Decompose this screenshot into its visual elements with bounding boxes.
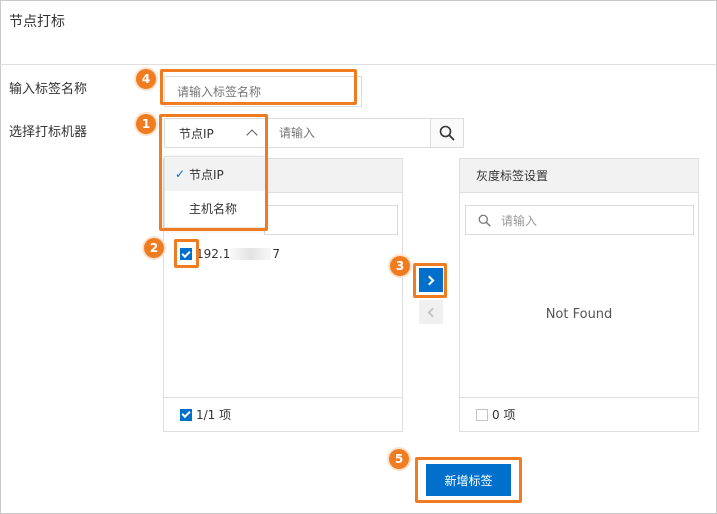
target-panel-search[interactable]: 请输入 [465, 205, 694, 235]
option-hostname[interactable]: 主机名称 [165, 191, 265, 225]
check-icon: ✓ [175, 167, 186, 181]
source-panel-search[interactable] [264, 205, 398, 235]
target-panel-footer: 0 项 [460, 397, 698, 431]
step-badge-5: 5 [389, 449, 409, 469]
target-panel-title: 灰度标签设置 [476, 169, 549, 183]
filter-type-selected: 节点IP [179, 126, 214, 141]
search-button[interactable] [430, 118, 464, 148]
source-count: 1/1 项 [196, 408, 232, 422]
target-panel: 灰度标签设置 请输入 Not Found 0 项 [459, 158, 699, 432]
target-count: 0 项 [492, 408, 516, 422]
list-item[interactable]: 192.1 7 [180, 247, 280, 261]
move-right-button[interactable] [419, 268, 443, 292]
search-icon [439, 125, 455, 141]
chevron-left-icon [427, 307, 438, 317]
machine-label: 选择打标机器 [9, 125, 88, 140]
step-badge-1: 1 [136, 114, 156, 134]
option-node-ip-label: 节点IP [189, 167, 224, 182]
select-all-checkbox[interactable] [180, 408, 192, 421]
chevron-up-icon [246, 129, 258, 141]
filter-type-dropdown: ✓ 节点IP 主机名称 [164, 156, 266, 228]
filter-type-select[interactable]: 节点IP [164, 118, 267, 148]
move-left-button[interactable] [419, 300, 443, 324]
step-badge-3: 3 [390, 256, 410, 276]
add-tag-button[interactable]: 新增标签 [426, 464, 511, 496]
target-panel-header: 灰度标签设置 [460, 159, 698, 193]
title-divider [0, 64, 717, 65]
source-panel-footer: 1/1 项 [164, 397, 402, 431]
target-search-placeholder: 请输入 [501, 213, 538, 228]
redacted-mask [231, 248, 272, 260]
item-ip-suffix: 7 [272, 247, 280, 261]
step-badge-4: 4 [136, 69, 156, 89]
chevron-right-icon [424, 275, 435, 285]
step-badge-2: 2 [144, 238, 164, 258]
tag-name-input[interactable] [164, 76, 362, 107]
option-node-ip[interactable]: ✓ 节点IP [165, 157, 265, 191]
page-title: 节点打标 [9, 14, 65, 30]
tag-name-label: 输入标签名称 [9, 82, 88, 97]
search-icon [478, 214, 491, 227]
item-checkbox[interactable] [180, 248, 192, 260]
option-hostname-label: 主机名称 [189, 201, 238, 216]
machine-search-input[interactable] [266, 118, 431, 148]
empty-state-text: Not Found [545, 307, 613, 322]
select-all-checkbox[interactable] [476, 408, 488, 421]
item-ip-prefix: 192.1 [196, 247, 231, 261]
